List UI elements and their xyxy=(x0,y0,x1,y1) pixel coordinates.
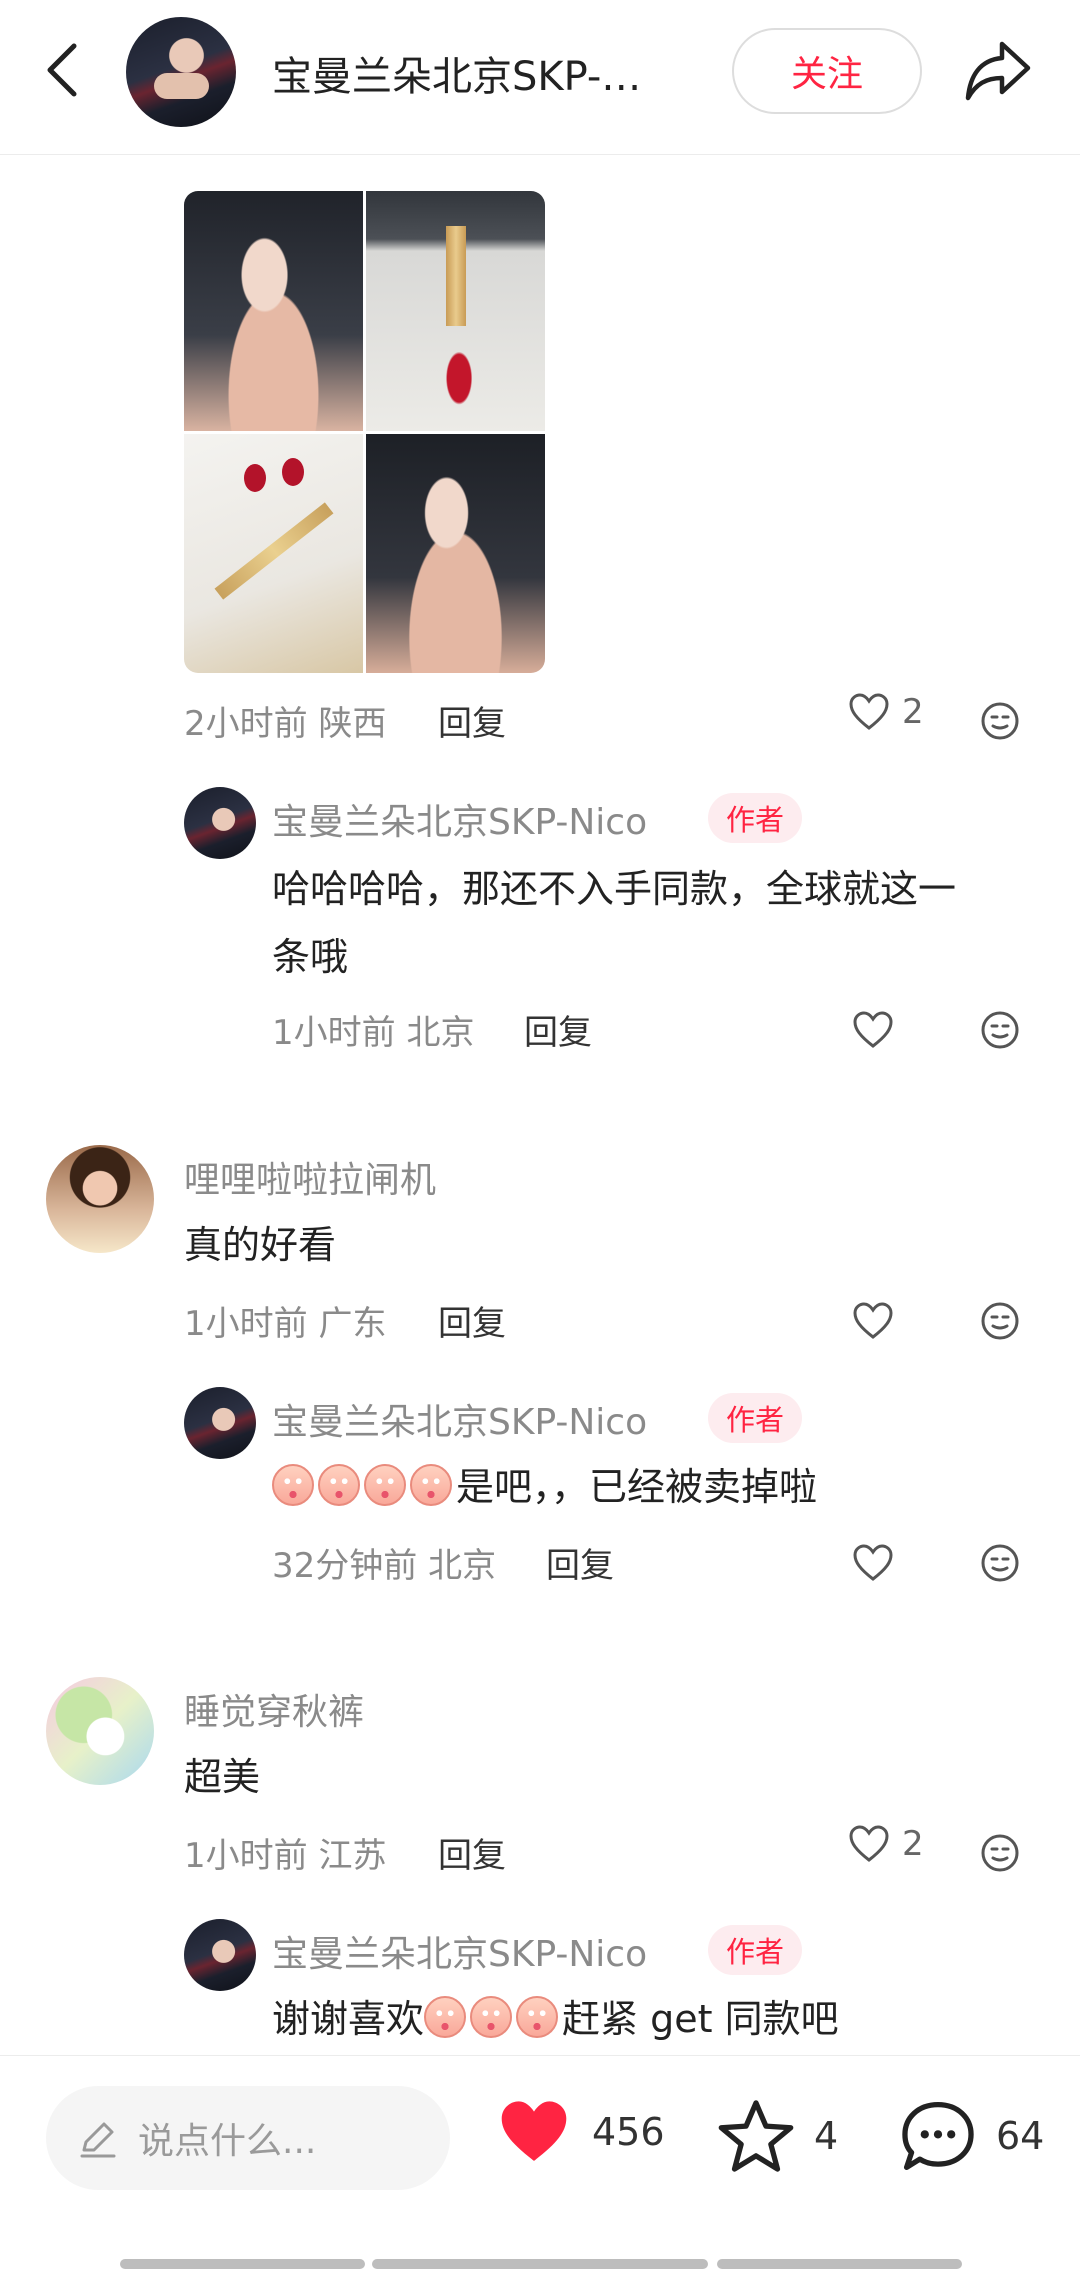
author-badge: 作者 xyxy=(708,1393,803,1443)
peach-emoji-icon xyxy=(364,1464,406,1506)
like-button[interactable]: 2 xyxy=(848,692,924,732)
comment-input[interactable]: 说点什么... xyxy=(46,2086,450,2190)
comment-text: 真的好看 xyxy=(184,1223,337,1267)
reply-button[interactable]: 回复 xyxy=(524,1005,592,1054)
peach-emoji-icon xyxy=(470,1996,513,2038)
heart-icon[interactable] xyxy=(852,1543,894,1583)
peach-emoji-icon xyxy=(272,1464,314,1506)
peach-emoji-icon xyxy=(318,1464,360,1506)
emoji-icon[interactable] xyxy=(980,1833,1020,1873)
home-indicator xyxy=(717,2259,962,2269)
peach-emoji-icon xyxy=(424,1996,467,2038)
emoji-icon[interactable] xyxy=(980,1301,1020,1341)
commenter-avatar[interactable] xyxy=(46,1677,154,1785)
reply-time-location: 32分钟前 北京 xyxy=(272,1546,497,1586)
reply-time-location: 1小时前 北京 xyxy=(272,1013,475,1053)
reply-author-avatar[interactable] xyxy=(184,1919,256,1991)
peach-emoji-icon xyxy=(410,1464,452,1506)
reply-button[interactable]: 回复 xyxy=(438,1296,506,1345)
like-count: 2 xyxy=(902,692,924,732)
comment-image[interactable] xyxy=(366,191,545,431)
comment-image[interactable] xyxy=(184,433,363,673)
reply-text: 是吧，，已经被卖掉啦 xyxy=(456,1465,818,1509)
home-indicator xyxy=(120,2259,365,2269)
emoji-icon[interactable] xyxy=(980,1543,1020,1583)
reply-button[interactable]: 回复 xyxy=(438,1828,506,1877)
reply-text: 赶紧 get 同款吧 xyxy=(562,1997,839,2041)
comment-time-location: 1小时前 广东 xyxy=(184,1304,387,1344)
commenter-avatar[interactable] xyxy=(46,1145,154,1253)
comment-bubble-icon xyxy=(902,2101,974,2171)
home-indicator xyxy=(372,2259,708,2269)
like-post-button[interactable]: 456 xyxy=(494,2098,665,2166)
reply-text: 条哦 xyxy=(272,935,349,979)
heart-filled-icon xyxy=(501,2101,567,2161)
reply-author-name[interactable]: 宝曼兰朵北京SKP-Nico xyxy=(272,1925,647,1977)
reply-author-name[interactable]: 宝曼兰朵北京SKP-Nico xyxy=(272,1393,647,1445)
author-badge: 作者 xyxy=(708,1925,803,1975)
author-name[interactable]: 宝曼兰朵北京SKP-… xyxy=(272,44,641,102)
emoji-icon[interactable] xyxy=(980,1010,1020,1050)
reply-button[interactable]: 回复 xyxy=(546,1538,614,1587)
emoji-icon[interactable] xyxy=(980,701,1020,741)
comment-list: 2小时前 陕西 回复 2 宝曼兰朵北京SKP-Nico 作者 哈哈哈哈，那还不入… xyxy=(0,155,1080,2055)
reply-text-row: 是吧，，已经被卖掉啦 xyxy=(272,1453,817,1521)
pencil-icon xyxy=(80,2122,116,2158)
like-count: 2 xyxy=(902,1824,924,1864)
reply-author-name[interactable]: 宝曼兰朵北京SKP-Nico xyxy=(272,793,647,845)
comment-image[interactable] xyxy=(366,433,545,673)
follow-button[interactable]: 关注 xyxy=(732,28,922,114)
comment-text: 超美 xyxy=(184,1755,261,1799)
reply-text: 谢谢喜欢 xyxy=(272,1997,425,2041)
star-icon xyxy=(718,2100,794,2172)
commenter-name[interactable]: 睡觉穿秋裤 xyxy=(184,1683,364,1735)
comment-input-placeholder: 说点什么... xyxy=(138,2121,317,2162)
back-arrow-icon[interactable] xyxy=(38,38,88,102)
reply-author-avatar[interactable] xyxy=(184,787,256,859)
reply-text-row: 谢谢喜欢 赶紧 get 同款吧 xyxy=(272,1985,839,2053)
comment-time-location: 1小时前 江苏 xyxy=(184,1836,387,1876)
heart-icon xyxy=(849,693,889,730)
like-post-count: 456 xyxy=(592,2110,665,2154)
heart-icon[interactable] xyxy=(852,1010,894,1050)
heart-icon[interactable] xyxy=(852,1301,894,1341)
author-badge: 作者 xyxy=(708,793,803,843)
heart-icon xyxy=(849,1825,889,1862)
share-icon[interactable] xyxy=(962,36,1034,104)
comment-time-location: 2小时前 陕西 xyxy=(184,704,387,744)
author-avatar[interactable] xyxy=(126,17,236,127)
reply-author-avatar[interactable] xyxy=(184,1387,256,1459)
reply-text: 哈哈哈哈，那还不入手同款，全球就这一 xyxy=(272,867,957,911)
favorite-button[interactable]: 4 xyxy=(716,2098,838,2174)
bottom-action-bar: 说点什么... 456 4 64 xyxy=(0,2055,1080,2277)
peach-emoji-icon xyxy=(516,1996,559,2038)
top-nav-bar: 宝曼兰朵北京SKP-… 关注 xyxy=(0,0,1080,155)
favorite-count: 4 xyxy=(814,2114,839,2158)
like-button[interactable]: 2 xyxy=(848,1824,924,1864)
comment-count: 64 xyxy=(996,2114,1045,2158)
comment-button[interactable]: 64 xyxy=(898,2098,1044,2174)
comment-image-grid[interactable] xyxy=(184,191,545,673)
reply-button[interactable]: 回复 xyxy=(438,696,506,745)
commenter-name[interactable]: 哩哩啦啦拉闸机 xyxy=(184,1151,436,1203)
comment-image[interactable] xyxy=(184,191,363,431)
